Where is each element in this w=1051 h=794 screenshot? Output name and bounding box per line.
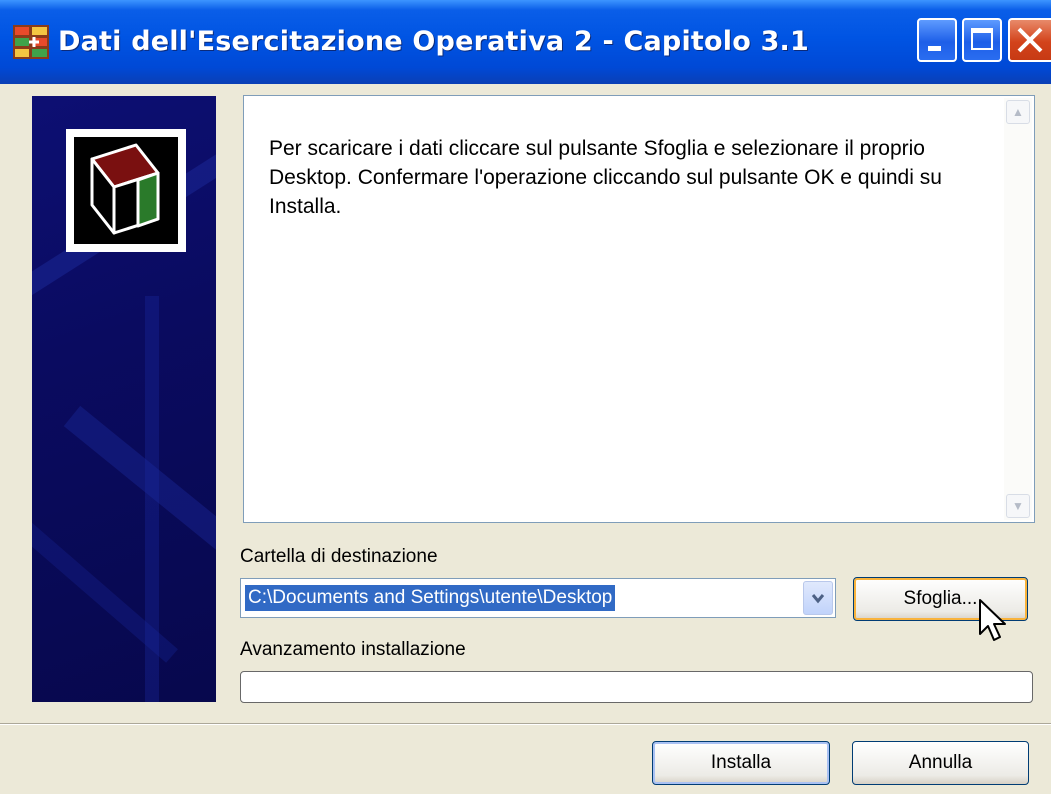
scroll-up-button[interactable]: ▲ (1006, 100, 1030, 124)
chevron-up-icon: ▲ (1012, 105, 1024, 119)
box-icon (90, 143, 160, 235)
maximize-button[interactable] (962, 18, 1002, 62)
vertical-scrollbar[interactable]: ▲ ▼ (1004, 98, 1032, 520)
window-title: Dati dell'Esercitazione Operativa 2 - Ca… (58, 26, 809, 57)
logo (66, 129, 186, 252)
minimize-button[interactable] (917, 18, 957, 62)
instructions-box[interactable]: Per scaricare i dati cliccare sul pulsan… (243, 95, 1035, 523)
chevron-down-icon: ▼ (1012, 499, 1024, 513)
destination-combobox[interactable]: C:\Documents and Settings\utente\Desktop (240, 578, 836, 618)
chevron-down-icon (811, 594, 825, 604)
destination-label: Cartella di destinazione (240, 546, 438, 567)
title-bar[interactable]: Dati dell'Esercitazione Operativa 2 - Ca… (0, 0, 1051, 84)
install-progress-bar (240, 671, 1033, 703)
app-icon (13, 25, 49, 59)
install-button[interactable]: Installa (652, 741, 830, 785)
instructions-text: Per scaricare i dati cliccare sul pulsan… (269, 137, 942, 218)
destination-dropdown-button[interactable] (803, 581, 833, 615)
mouse-pointer-icon (979, 599, 1006, 641)
maximize-icon (971, 28, 993, 50)
scroll-down-button[interactable]: ▼ (1006, 494, 1030, 518)
close-icon (1017, 27, 1043, 53)
destination-path-value[interactable]: C:\Documents and Settings\utente\Desktop (245, 585, 616, 611)
close-button[interactable] (1008, 18, 1051, 62)
minimize-icon (928, 46, 941, 51)
footer-divider (0, 723, 1051, 725)
progress-label: Avanzamento installazione (240, 639, 466, 660)
cancel-button[interactable]: Annulla (852, 741, 1029, 785)
